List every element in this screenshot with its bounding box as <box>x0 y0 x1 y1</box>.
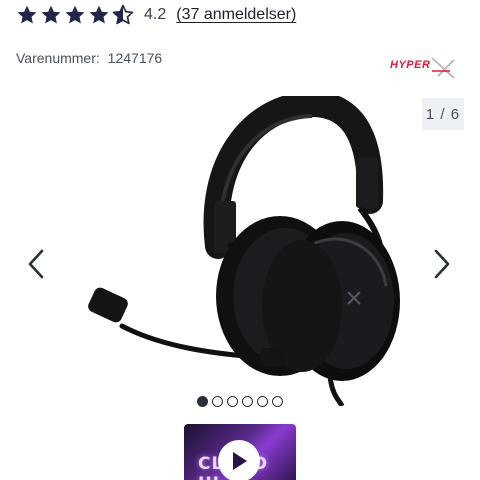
pagination-dot[interactable] <box>197 396 208 407</box>
star-icon <box>17 5 37 24</box>
pagination-dot[interactable] <box>227 396 238 407</box>
sku-line: Varenummer: 1247176 <box>16 50 162 66</box>
pagination-dot[interactable] <box>272 396 283 407</box>
pagination-dot[interactable] <box>212 396 223 407</box>
pagination-dot[interactable] <box>257 396 268 407</box>
play-button[interactable] <box>218 440 260 480</box>
sku-value: 1247176 <box>107 50 163 66</box>
rating-row: 4.2 (37 anmeldelser) <box>16 2 296 28</box>
next-image-button[interactable] <box>426 244 458 284</box>
chevron-right-icon <box>434 249 450 279</box>
hyperx-logo[interactable]: HYPER <box>388 52 460 82</box>
chevron-left-icon <box>28 249 44 279</box>
gallery-pagination <box>197 396 283 407</box>
reviews-link[interactable]: (37 anmeldelser) <box>176 6 296 24</box>
sku-label: Varenummer: <box>16 50 100 66</box>
previous-image-button[interactable] <box>20 244 52 284</box>
star-rating <box>16 4 134 26</box>
star-icon <box>65 5 85 24</box>
rating-value: 4.2 <box>144 6 167 23</box>
star-half-icon <box>112 4 134 25</box>
video-thumbnail[interactable]: CLOUD III <box>184 424 296 480</box>
svg-text:HYPER: HYPER <box>390 59 430 71</box>
play-icon <box>233 452 247 470</box>
headset-image <box>88 96 400 406</box>
pagination-dot[interactable] <box>242 396 253 407</box>
star-icon <box>89 5 109 24</box>
star-icon <box>41 5 61 24</box>
image-counter: 1 / 6 <box>422 98 464 130</box>
